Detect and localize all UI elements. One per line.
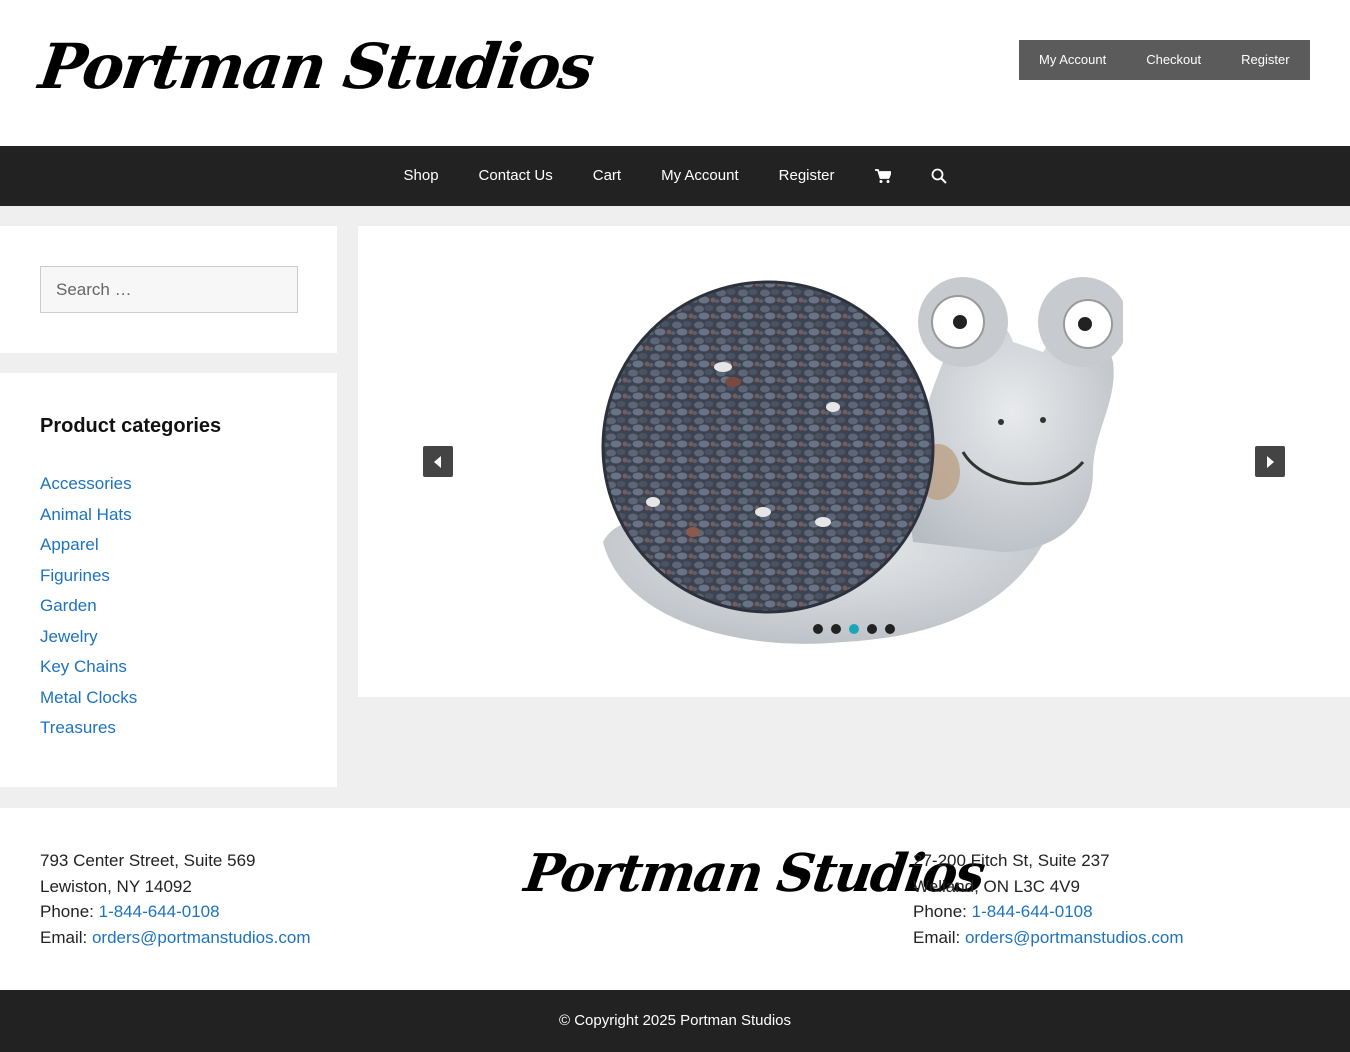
product-categories-widget: Product categories Accessories Animal Ha…: [0, 373, 337, 787]
list-item: Animal Hats: [40, 505, 137, 536]
list-item: Key Chains: [40, 657, 137, 688]
list-item: Figurines: [40, 566, 137, 597]
category-link-garden[interactable]: Garden: [40, 596, 97, 615]
nav-my-account[interactable]: My Account: [641, 146, 759, 206]
category-link-apparel[interactable]: Apparel: [40, 535, 99, 554]
nav-contact-us[interactable]: Contact Us: [459, 146, 573, 206]
phone-line: Phone: 1-844-644-0108: [40, 899, 310, 925]
top-link-my-account[interactable]: My Account: [1019, 40, 1126, 80]
email-line: Email: orders@portmanstudios.com: [913, 925, 1183, 951]
list-item: Accessories: [40, 474, 137, 505]
category-link-treasures[interactable]: Treasures: [40, 718, 116, 737]
category-link-metal-clocks[interactable]: Metal Clocks: [40, 688, 137, 707]
image-slider: [358, 226, 1350, 697]
nav-cart[interactable]: Cart: [573, 146, 641, 206]
search-widget: [0, 226, 337, 353]
category-link-accessories[interactable]: Accessories: [40, 474, 132, 493]
slider-dot-3-active[interactable]: [849, 624, 859, 634]
category-list: Accessories Animal Hats Apparel Figurine…: [40, 474, 137, 749]
slider-pagination: [813, 624, 895, 634]
address-line: 27-200 Fitch St, Suite 237: [913, 851, 1110, 870]
phone-link[interactable]: 1-844-644-0108: [972, 902, 1093, 921]
email-label: Email:: [913, 927, 965, 947]
footer-widgets: 793 Center Street, Suite 569 Lewiston, N…: [0, 808, 1350, 990]
category-link-jewelry[interactable]: Jewelry: [40, 627, 98, 646]
phone-link[interactable]: 1-844-644-0108: [99, 902, 220, 921]
chevron-left-icon: [434, 455, 441, 468]
search-input[interactable]: [40, 266, 298, 313]
slider-dot-5[interactable]: [885, 624, 895, 634]
address-line: Lewiston, NY 14092: [40, 876, 192, 896]
top-link-checkout[interactable]: Checkout: [1126, 40, 1221, 80]
email-label: Email:: [40, 927, 92, 947]
widget-title: Product categories: [40, 415, 222, 437]
list-item: Metal Clocks: [40, 688, 137, 719]
nav-shop[interactable]: Shop: [384, 146, 459, 206]
nav-register[interactable]: Register: [759, 146, 855, 206]
phone-label: Phone:: [40, 902, 99, 921]
top-link-register[interactable]: Register: [1221, 40, 1309, 80]
list-item: Jewelry: [40, 627, 137, 658]
category-link-figurines[interactable]: Figurines: [40, 566, 110, 585]
email-link[interactable]: orders@portmanstudios.com: [92, 928, 311, 947]
footer-address-ca: 27-200 Fitch St, Suite 237 Welland, ON L…: [913, 848, 1183, 950]
address-line: Welland, ON L3C 4V9: [913, 876, 1080, 896]
list-item: Apparel: [40, 535, 137, 566]
chevron-right-icon: [1267, 455, 1274, 468]
slider-dot-4[interactable]: [867, 624, 877, 634]
site-logo[interactable]: Portman Studios: [35, 30, 597, 103]
search-icon[interactable]: [911, 168, 967, 184]
slide-image-snail[interactable]: [583, 272, 1123, 652]
email-link[interactable]: orders@portmanstudios.com: [965, 928, 1184, 947]
category-link-key-chains[interactable]: Key Chains: [40, 657, 127, 676]
category-link-animal-hats[interactable]: Animal Hats: [40, 505, 132, 524]
footer-address-us: 793 Center Street, Suite 569 Lewiston, N…: [40, 848, 310, 950]
copyright-bar: © Copyright 2025 Portman Studios: [0, 990, 1350, 1052]
slider-dot-1[interactable]: [813, 624, 823, 634]
email-line: Email: orders@portmanstudios.com: [40, 925, 310, 951]
primary-nav: Shop Contact Us Cart My Account Register: [0, 146, 1350, 206]
slider-next-button[interactable]: [1255, 446, 1285, 477]
phone-label: Phone:: [913, 902, 972, 921]
site-header: Portman Studios My Account Checkout Regi…: [0, 0, 1350, 146]
top-bar-links: My Account Checkout Register: [1019, 40, 1310, 80]
slider-dot-2[interactable]: [831, 624, 841, 634]
list-item: Garden: [40, 596, 137, 627]
address-line: 793 Center Street, Suite 569: [40, 851, 256, 870]
cart-icon[interactable]: [855, 168, 911, 184]
slider-prev-button[interactable]: [423, 446, 453, 477]
phone-line: Phone: 1-844-644-0108: [913, 899, 1183, 925]
list-item: Treasures: [40, 718, 137, 749]
